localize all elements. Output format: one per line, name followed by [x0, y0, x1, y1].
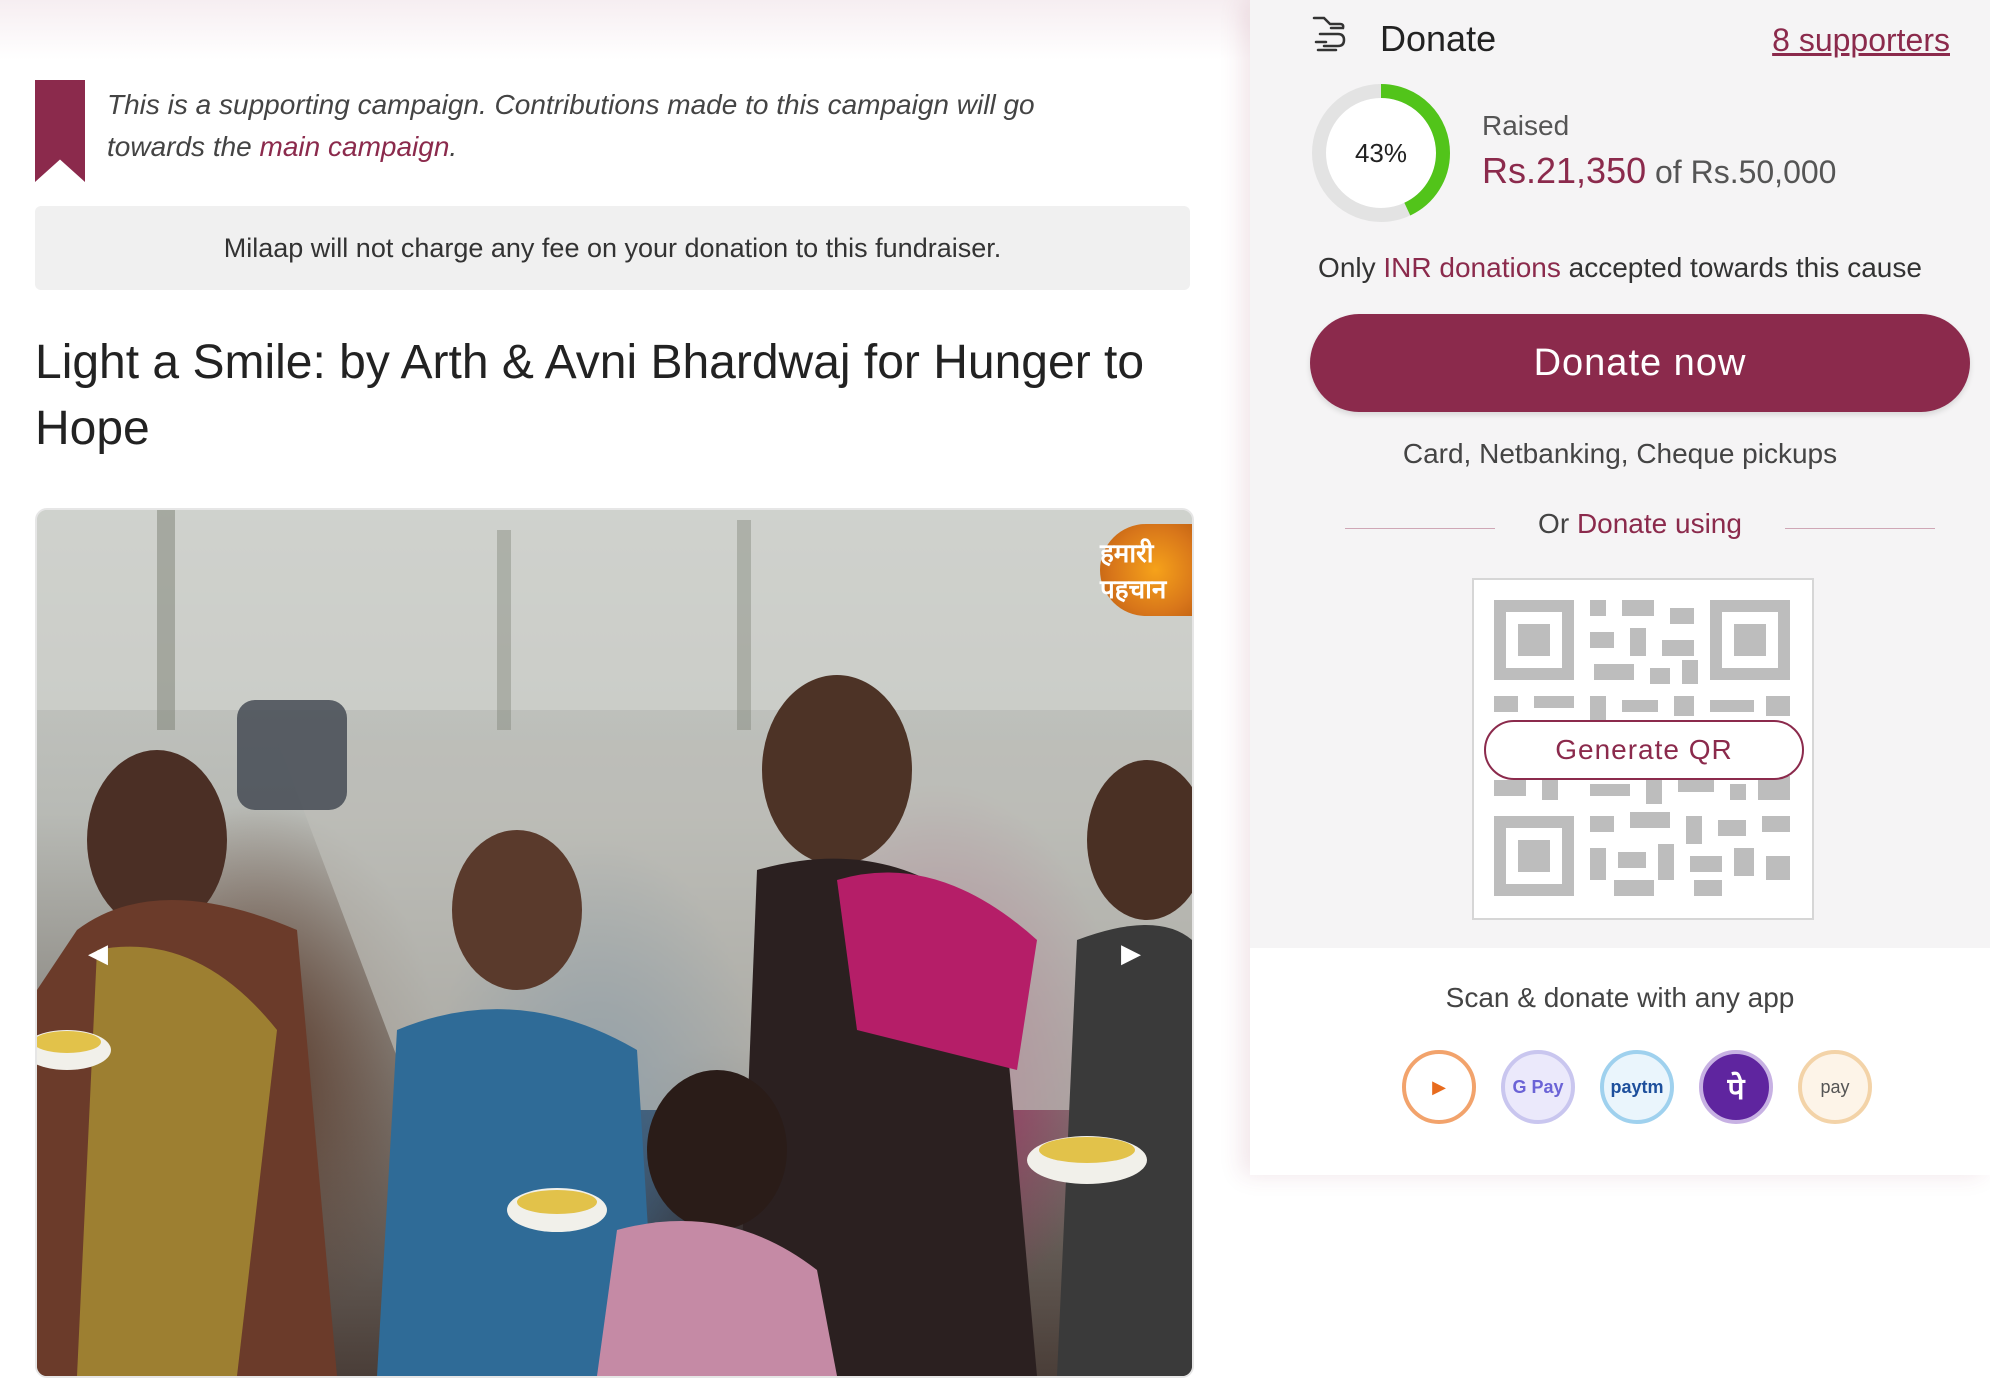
raised-amounts: Rs.21,350 of Rs.50,000 — [1482, 150, 1836, 192]
inr-note-prefix: Only — [1318, 252, 1384, 283]
or-text: Or — [1538, 508, 1577, 539]
phonepe-icon[interactable]: पे — [1699, 1050, 1773, 1124]
donate-heading: Donate — [1380, 18, 1497, 59]
or-donate-using: Or Donate using — [1345, 508, 1935, 540]
no-fee-banner: Milaap will not charge any fee on your d… — [35, 206, 1190, 290]
supporting-campaign-text: This is a supporting campaign. Contribut… — [107, 84, 1107, 168]
campaign-title: Light a Smile: by Arth & Avni Bhardwaj f… — [35, 336, 1145, 455]
scan-donate-text: Scan & donate with any app — [1445, 982, 1795, 1013]
inr-note-suffix: accepted towards this cause — [1560, 252, 1922, 283]
generate-qr-button[interactable]: Generate QR — [1484, 720, 1804, 780]
donate-using-text: Donate using — [1576, 508, 1742, 539]
page-top-fade — [0, 0, 1250, 60]
of-text: of — [1655, 154, 1682, 190]
bookmark-ribbon-icon — [35, 80, 85, 182]
photo-next-arrow-icon[interactable]: ▶ — [1118, 938, 1144, 968]
photo-prev-arrow-icon[interactable]: ◀ — [85, 938, 111, 968]
bhim-icon[interactable]: ▶ — [1402, 1050, 1476, 1124]
donate-now-button[interactable]: Donate now — [1310, 314, 1970, 412]
photo-scene — [37, 510, 1192, 1376]
inr-note: Only INR donations accepted towards this… — [1250, 252, 1990, 284]
amazon-pay-icon[interactable]: pay — [1798, 1050, 1872, 1124]
google-pay-icon[interactable]: G Pay — [1501, 1050, 1575, 1124]
donate-header: Donate 8 supporters — [1310, 12, 1950, 68]
donate-panel: Donate 8 supporters 43% Raised Rs.21,350… — [1250, 0, 1990, 1175]
or-divider: Or Donate using — [1345, 508, 1935, 548]
donate-hand-icon — [1312, 16, 1346, 52]
divider-line-right — [1785, 528, 1935, 529]
progress-percent: 43% — [1354, 137, 1408, 168]
channel-logo: हमारी पहचान — [1100, 524, 1192, 616]
upi-apps-row: ▶ G Pay paytm पे pay — [1402, 1050, 1872, 1130]
supporters-link[interactable]: 8 supporters — [1772, 22, 1950, 59]
qr-code-box: Generate QR — [1472, 578, 1814, 920]
inr-donations-text: INR donations — [1383, 252, 1561, 283]
raised-label: Raised — [1482, 110, 1570, 141]
supporting-campaign-notice: This is a supporting campaign. Contribut… — [35, 80, 1195, 190]
main-campaign-link[interactable]: main campaign — [260, 131, 450, 162]
paytm-icon[interactable]: paytm — [1600, 1050, 1674, 1124]
payment-methods-text: Card, Netbanking, Cheque pickups — [1402, 438, 1838, 469]
campaign-photo: हमारी पहचान ◀ ▶ — [35, 508, 1194, 1378]
raised-amount: Rs.21,350 — [1482, 150, 1647, 191]
notice-period: . — [449, 131, 458, 162]
notice-text: This is a supporting campaign. Contribut… — [107, 89, 1035, 162]
goal-amount: Rs.50,000 — [1690, 154, 1837, 190]
